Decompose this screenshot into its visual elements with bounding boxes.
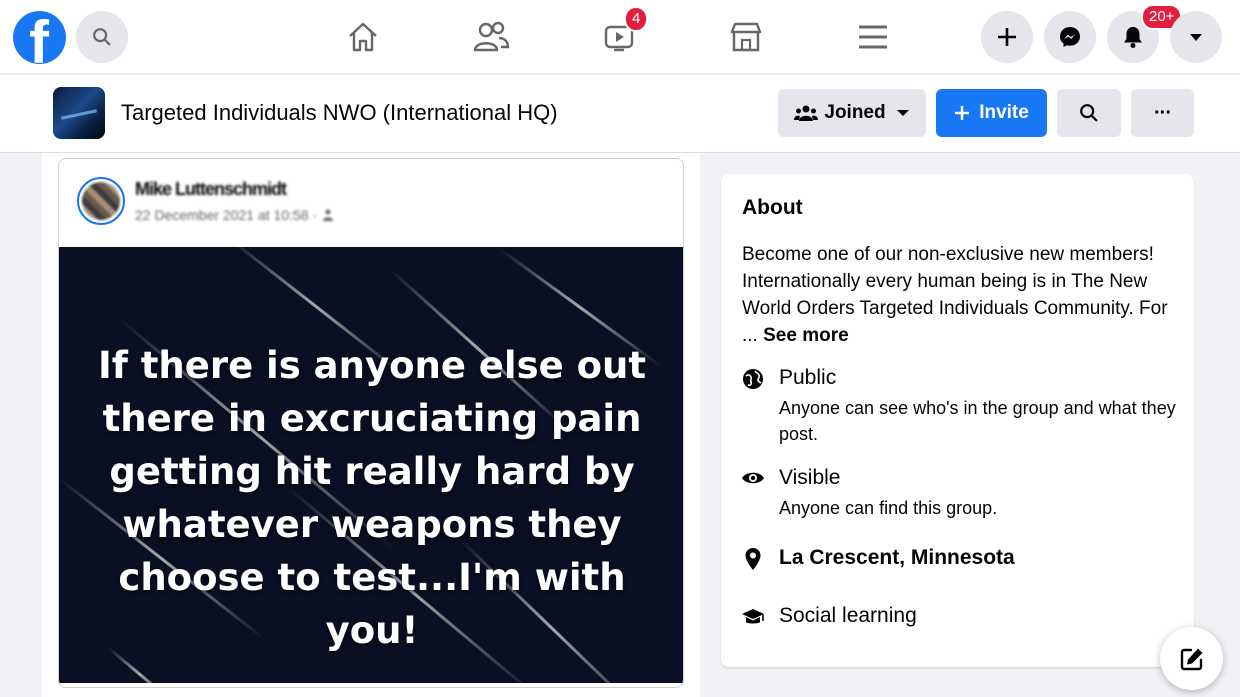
eye-icon xyxy=(741,466,765,490)
group-members-icon xyxy=(794,105,819,121)
post-image[interactable]: If there is anyone else out there in exc… xyxy=(59,247,683,683)
post-image-text: If there is anyone else out there in exc… xyxy=(97,344,647,652)
group-name[interactable]: Targeted Individuals NWO (International … xyxy=(121,100,558,126)
friends-icon xyxy=(473,21,510,52)
location-pin-icon xyxy=(741,547,765,571)
feed-post: Mike Luttenschmidt 22 December 2021 at 1… xyxy=(58,158,684,688)
chevron-down-icon xyxy=(896,110,909,116)
privacy-title: Public xyxy=(779,366,837,389)
search-button[interactable] xyxy=(76,11,128,63)
compose-icon xyxy=(1180,648,1202,670)
create-button[interactable] xyxy=(981,11,1033,63)
group-audience-icon xyxy=(323,209,334,221)
privacy-description: Anyone can see who's in the group and wh… xyxy=(779,398,1176,444)
group-cover-thumbnail[interactable] xyxy=(53,87,105,139)
messenger-button[interactable] xyxy=(1044,11,1096,63)
plus-icon xyxy=(998,28,1016,46)
joined-label: Joined xyxy=(824,102,886,123)
post-timestamp[interactable]: 22 December 2021 at 10:58 · xyxy=(135,207,335,223)
marketplace-icon xyxy=(730,22,762,52)
new-message-button[interactable] xyxy=(1160,627,1223,690)
group-type: Social learning xyxy=(779,604,917,627)
nav-menu[interactable] xyxy=(848,12,898,62)
visibility-title: Visible xyxy=(779,466,841,489)
top-navbar: f 4 20+ xyxy=(0,0,1240,74)
avatar[interactable] xyxy=(77,177,125,225)
plus-icon xyxy=(955,106,970,120)
group-search-button[interactable] xyxy=(1057,89,1121,137)
post-author[interactable]: Mike Luttenschmidt xyxy=(135,179,287,200)
graduation-cap-icon xyxy=(741,605,765,629)
group-more-button[interactable]: ··· xyxy=(1131,89,1194,137)
facebook-logo-letter: f xyxy=(29,11,49,65)
invite-label: Invite xyxy=(979,102,1029,123)
nav-home[interactable] xyxy=(338,12,388,62)
group-location[interactable]: La Crescent, Minnesota xyxy=(779,546,1015,570)
more-label: ··· xyxy=(1154,101,1172,124)
group-header: Targeted Individuals NWO (International … xyxy=(0,75,1240,153)
post-meta-text: 22 December 2021 at 10:58 · xyxy=(135,207,322,223)
joined-button[interactable]: Joined xyxy=(778,89,926,137)
about-description: Become one of our non-exclusive new memb… xyxy=(742,241,1182,349)
account-menu-button[interactable] xyxy=(1170,11,1222,63)
invite-button[interactable]: Invite xyxy=(936,89,1047,137)
about-card: About Become one of our non-exclusive ne… xyxy=(721,174,1194,667)
see-more-link[interactable]: See more xyxy=(763,325,849,346)
menu-icon xyxy=(859,25,887,49)
globe-icon xyxy=(741,367,765,391)
search-icon xyxy=(1080,104,1098,122)
watch-badge: 4 xyxy=(624,6,649,32)
about-title: About xyxy=(742,196,803,219)
search-icon xyxy=(93,28,111,46)
nav-friends[interactable] xyxy=(466,12,516,62)
messenger-icon xyxy=(1060,27,1080,47)
bell-icon xyxy=(1124,27,1142,48)
visibility-description: Anyone can find this group. xyxy=(779,498,998,518)
facebook-logo[interactable]: f xyxy=(13,11,66,64)
home-icon xyxy=(349,22,377,52)
chevron-down-icon xyxy=(1190,34,1202,41)
nav-marketplace[interactable] xyxy=(721,12,771,62)
